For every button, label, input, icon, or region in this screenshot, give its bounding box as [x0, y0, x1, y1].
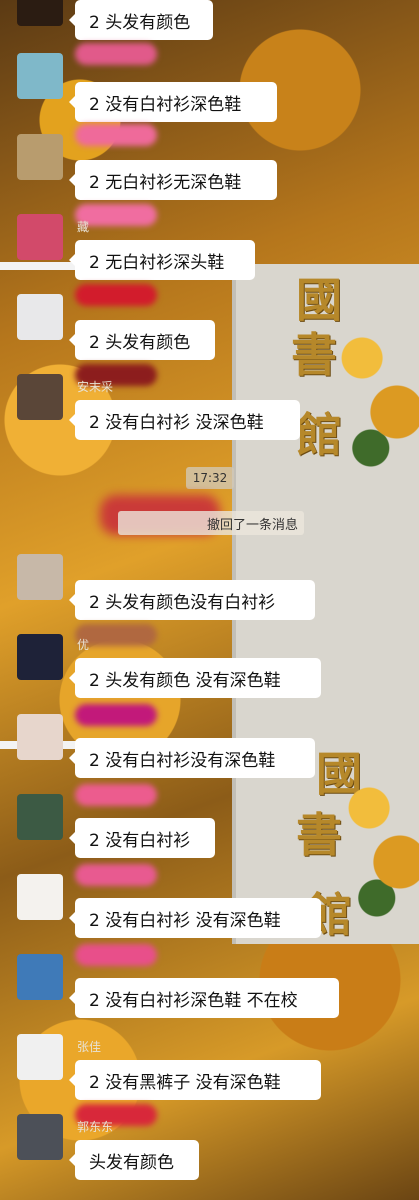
- message-bubble[interactable]: 2 没有白衬衫 没深色鞋: [69, 400, 300, 440]
- tree-foliage: [336, 304, 419, 484]
- redaction-smudge: [75, 284, 157, 306]
- message-bubble[interactable]: 2 无白衬衫无深色鞋: [69, 160, 277, 200]
- avatar-icon[interactable]: [17, 714, 63, 760]
- sign-char: 書: [291, 328, 337, 382]
- avatar-icon[interactable]: [17, 1034, 63, 1080]
- message-bubble[interactable]: 2 头发有颜色: [69, 0, 213, 40]
- message-bubble[interactable]: 2 头发有颜色 没有深色鞋: [69, 658, 321, 698]
- message-bubble[interactable]: 2 头发有颜色没有白衬衫: [69, 580, 315, 620]
- redaction-smudge: [75, 784, 157, 806]
- message-bubble[interactable]: 2 没有白衬衫 没有深色鞋: [69, 898, 321, 938]
- avatar-icon[interactable]: [17, 294, 63, 340]
- message-bubble[interactable]: 2 没有白衬衫: [69, 818, 215, 858]
- sender-name: 张佳: [77, 1040, 102, 1054]
- message-bubble[interactable]: 2 没有白衬衫深色鞋 不在校: [69, 978, 339, 1018]
- sender-name: 藏: [77, 220, 90, 234]
- redaction-smudge: [75, 43, 157, 65]
- sender-name: 安末采: [77, 380, 114, 394]
- avatar-icon[interactable]: [17, 954, 63, 1000]
- avatar-icon[interactable]: [17, 134, 63, 180]
- avatar-icon[interactable]: [17, 374, 63, 420]
- avatar-icon[interactable]: [17, 874, 63, 920]
- avatar-icon[interactable]: [17, 1114, 63, 1160]
- sign-char: 書: [296, 808, 342, 862]
- sender-name: 郭东东: [77, 1120, 114, 1134]
- message-bubble[interactable]: 2 无白衬衫深头鞋: [69, 240, 255, 280]
- redaction-smudge: [75, 864, 157, 886]
- avatar-icon[interactable]: [17, 634, 63, 680]
- message-bubble[interactable]: 2 没有白衬衫深色鞋: [69, 82, 277, 122]
- message-bubble[interactable]: 2 没有白衬衫没有深色鞋: [69, 738, 315, 778]
- redaction-smudge: [75, 944, 157, 966]
- avatar-icon[interactable]: [17, 794, 63, 840]
- recall-notice: 撤回了一条消息: [118, 511, 304, 535]
- message-bubble[interactable]: 2 头发有颜色: [69, 320, 215, 360]
- redaction-smudge: [75, 124, 157, 146]
- redaction-smudge: [75, 704, 157, 726]
- avatar-icon[interactable]: [17, 554, 63, 600]
- avatar-icon[interactable]: [17, 53, 63, 99]
- avatar-icon[interactable]: [17, 0, 63, 26]
- avatar-icon[interactable]: [17, 214, 63, 260]
- tree-foliage: [346, 754, 419, 934]
- sender-name: 优: [77, 638, 90, 652]
- message-bubble[interactable]: 头发有颜色: [69, 1140, 199, 1180]
- timestamp: 17:32: [186, 467, 234, 489]
- message-bubble[interactable]: 2 没有黑裤子 没有深色鞋: [69, 1060, 321, 1100]
